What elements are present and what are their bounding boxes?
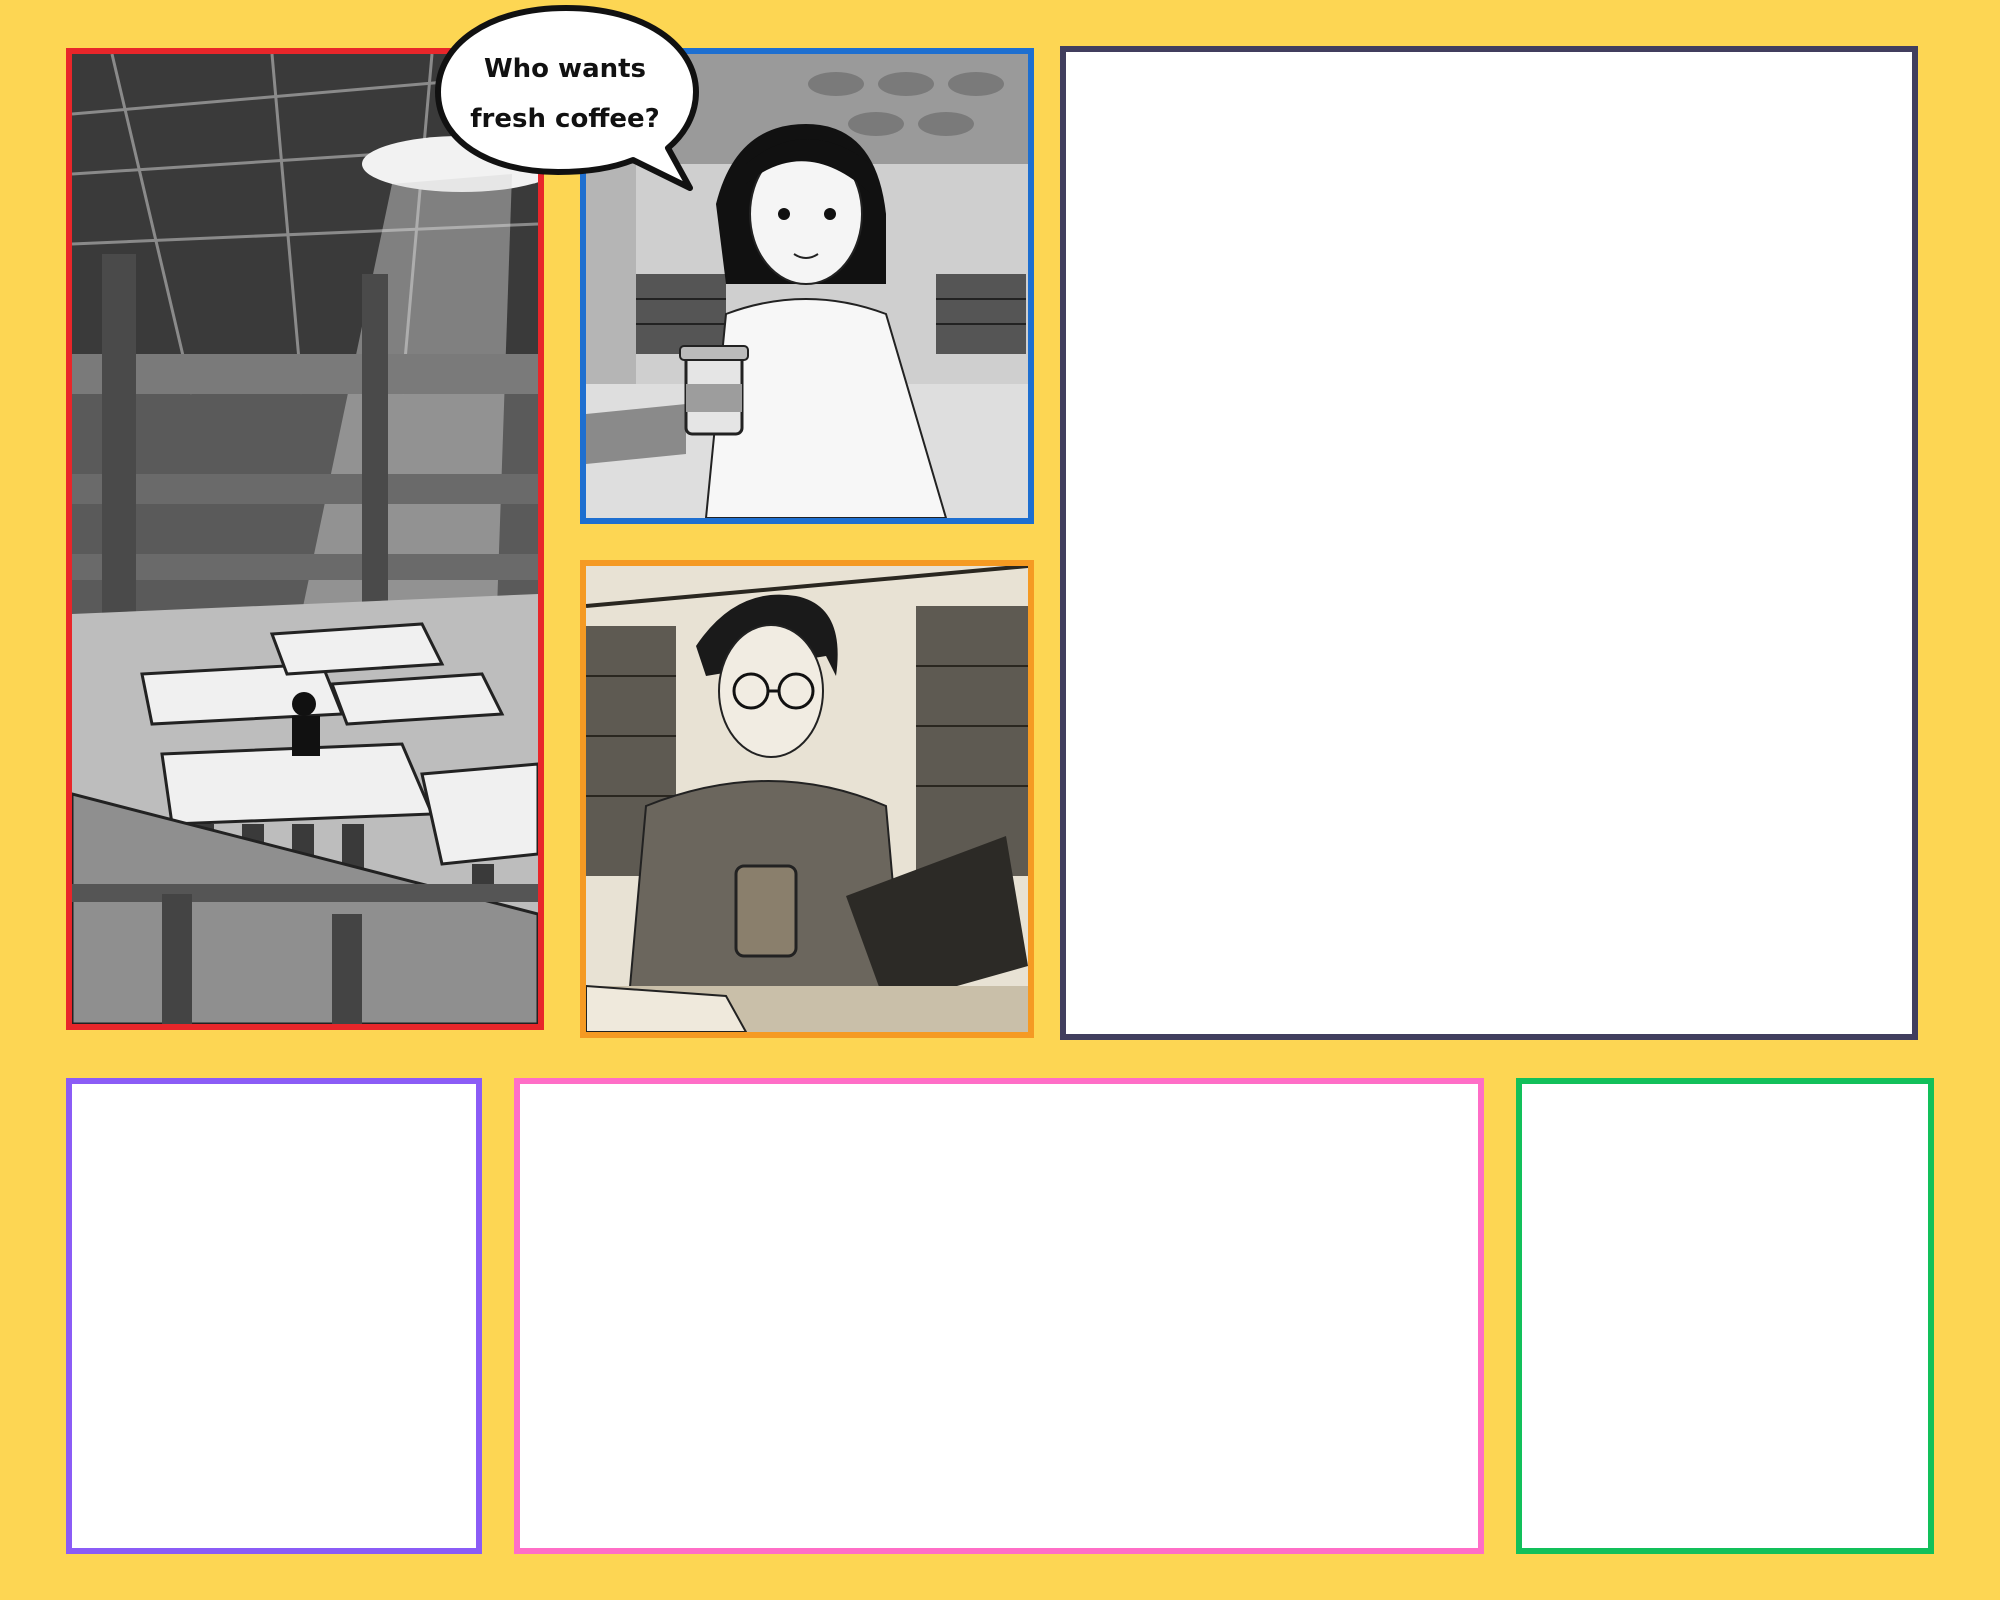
speech-line-2: fresh coffee? [470,104,660,134]
speech-bubble: Who wants fresh coffee? [428,0,704,200]
comic-panel-empty-pink [514,1078,1484,1554]
comic-panel-man-with-laptop [580,560,1034,1038]
comic-panel-empty-large [1060,46,1918,1040]
speech-line-1: Who wants [483,54,647,84]
speech-bubble-text: Who wants fresh coffee? [450,44,680,144]
man-with-laptop-illustration [586,566,1028,1032]
comic-panel-empty-green [1516,1078,1934,1554]
comic-panel-empty-purple [66,1078,482,1554]
